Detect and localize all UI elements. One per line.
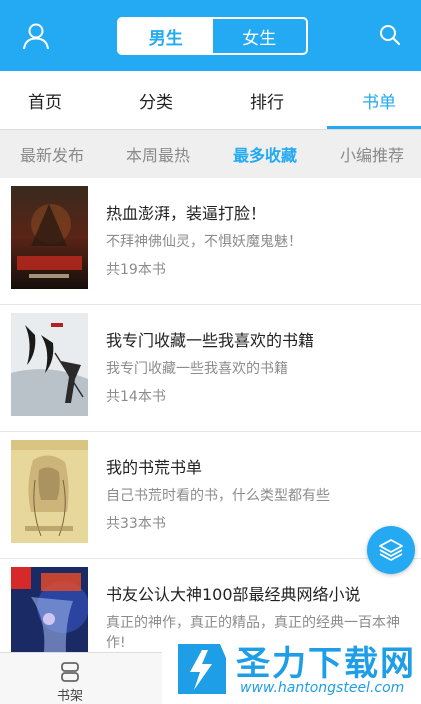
subtab-hot-this-week[interactable]: 本周最热 <box>108 130 208 178</box>
watermark-url: www.hantongsteel.com <box>240 680 405 696</box>
gender-option-male[interactable]: 男生 <box>119 19 213 53</box>
booklist-count: 共14本书 <box>106 389 166 405</box>
gender-option-female[interactable]: 女生 <box>213 19 307 53</box>
subtab-editor-picks[interactable]: 小编推荐 <box>322 130 421 178</box>
search-icon[interactable] <box>377 22 403 48</box>
lightning-logo-icon <box>168 638 230 698</box>
booklist-desc: 我专门收藏一些我喜欢的书籍 <box>106 361 288 377</box>
watermark-title: 圣力下载网 <box>236 644 416 684</box>
book-cover <box>11 186 88 289</box>
booklist-title: 我专门收藏一些我喜欢的书籍 <box>106 331 315 350</box>
book-cover <box>11 313 88 416</box>
booklist-desc: 不拜神佛仙灵，不惧妖魔鬼魅！ <box>106 234 302 250</box>
book-cover <box>11 440 88 543</box>
nav-bookshelf-label: 书架 <box>56 689 83 704</box>
layers-icon <box>379 539 403 561</box>
booklist-item[interactable]: 我专门收藏一些我喜欢的书籍 我专门收藏一些我喜欢的书籍 共14本书 <box>0 305 421 432</box>
main-tabs: 首页 分类 排行 书单 <box>0 71 421 130</box>
subtab-most-favorited[interactable]: 最多收藏 <box>215 130 315 178</box>
gender-toggle: 男生 女生 <box>117 17 308 55</box>
booklist-item[interactable]: 我的书荒书单 自己书荒时看的书，什么类型都有些 共33本书 <box>0 432 421 559</box>
tab-ranking[interactable]: 排行 <box>222 71 312 129</box>
booklist-title: 书友公认大神100部最经典网络小说 <box>106 585 361 604</box>
nav-bookshelf[interactable]: 书架 <box>44 657 96 704</box>
booklist-desc: 自己书荒时看的书，什么类型都有些 <box>106 488 330 504</box>
top-bar: 男生 女生 <box>0 0 421 71</box>
watermark: 圣力下载网 www.hantongsteel.com <box>162 632 421 704</box>
booklist-list: 热血澎湃，装逼打脸！ 不拜神佛仙灵，不惧妖魔鬼魅！ 共19本书 我专门收藏一些我… <box>0 178 421 686</box>
booklist-title: 我的书荒书单 <box>106 458 203 477</box>
tab-category[interactable]: 分类 <box>111 71 201 129</box>
sub-tabs: 最新发布 本周最热 最多收藏 小编推荐 <box>0 130 421 178</box>
booklist-title: 热血澎湃，装逼打脸！ <box>106 204 267 223</box>
layers-button[interactable] <box>367 526 415 574</box>
subtab-latest[interactable]: 最新发布 <box>2 130 102 178</box>
bookshelf-icon <box>61 662 79 682</box>
booklist-count: 共33本书 <box>106 516 166 532</box>
booklist-item[interactable]: 热血澎湃，装逼打脸！ 不拜神佛仙灵，不惧妖魔鬼魅！ 共19本书 <box>0 178 421 305</box>
tab-home[interactable]: 首页 <box>0 71 90 129</box>
active-tab-underline <box>327 126 421 129</box>
tab-booklist[interactable]: 书单 <box>334 71 421 129</box>
user-icon[interactable] <box>20 20 52 52</box>
booklist-count: 共19本书 <box>106 262 166 278</box>
